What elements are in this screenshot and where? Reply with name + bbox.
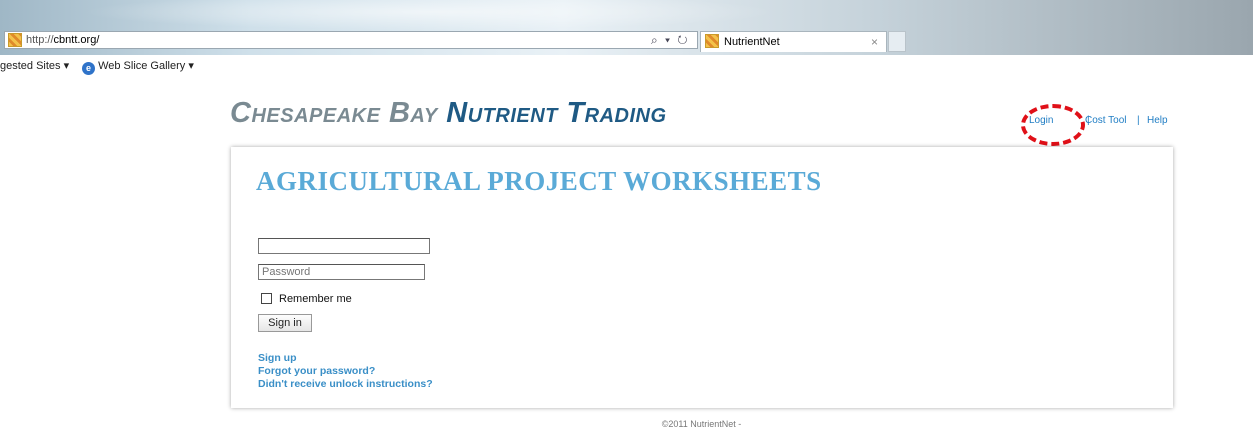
favorites-web-slice-gallery[interactable]: e Web Slice Gallery ▾ [82, 59, 194, 75]
browser-tab[interactable]: NutrientNet × [700, 31, 887, 52]
sign-in-button[interactable]: Sign in [258, 314, 312, 332]
tab-close-icon[interactable]: × [871, 35, 878, 49]
cost-tool-link[interactable]: Cost Tool [1085, 115, 1127, 126]
address-url[interactable]: http://cbntt.org/ [26, 34, 99, 46]
chrome-background [80, 0, 780, 30]
web-slice-gallery-label: Web Slice Gallery ▾ [98, 60, 194, 72]
site-title-part1: Chesapeake Bay [230, 97, 447, 129]
site-favicon-icon [8, 33, 22, 47]
login-card: AGRICULTURAL PROJECT WORKSHEETS Remember… [231, 147, 1173, 408]
browser-chrome: http://cbntt.org/ ⌕ ▾ ↻ NutrientNet × [0, 0, 1253, 55]
remember-me-label: Remember me [279, 293, 352, 305]
forgot-password-link[interactable]: Forgot your password? [258, 365, 375, 377]
help-link[interactable]: Help [1147, 115, 1168, 126]
sign-up-link[interactable]: Sign up [258, 352, 297, 364]
address-scheme: http:// [26, 34, 54, 46]
new-tab-button[interactable] [888, 31, 906, 52]
address-host: cbntt.org/ [53, 34, 100, 46]
site-title-part2: Nutrient Trading [446, 97, 667, 129]
footer-copyright: ©2011 NutrientNet - [661, 419, 742, 429]
password-field[interactable] [258, 264, 425, 280]
remember-me-checkbox[interactable] [261, 293, 272, 304]
favorites-suggested-sites[interactable]: gested Sites ▾ [0, 59, 69, 72]
ie-icon: e [82, 62, 95, 75]
tab-favicon-icon [705, 34, 719, 48]
card-heading: AGRICULTURAL PROJECT WORKSHEETS [256, 166, 822, 196]
favorites-bar: gested Sites ▾ e Web Slice Gallery ▾ [0, 55, 1253, 75]
nav-separator-2: | [1137, 115, 1140, 126]
username-field[interactable] [258, 238, 430, 254]
address-bar[interactable]: http://cbntt.org/ ⌕ ▾ ↻ [4, 31, 698, 49]
tab-title: NutrientNet [724, 36, 780, 48]
annotation-circle [1021, 104, 1085, 146]
site-title: Chesapeake Bay Nutrient Trading [230, 97, 667, 130]
unlock-instructions-link[interactable]: Didn't receive unlock instructions? [258, 378, 433, 390]
search-refresh-icons[interactable]: ⌕ ▾ ↻ [651, 33, 690, 48]
